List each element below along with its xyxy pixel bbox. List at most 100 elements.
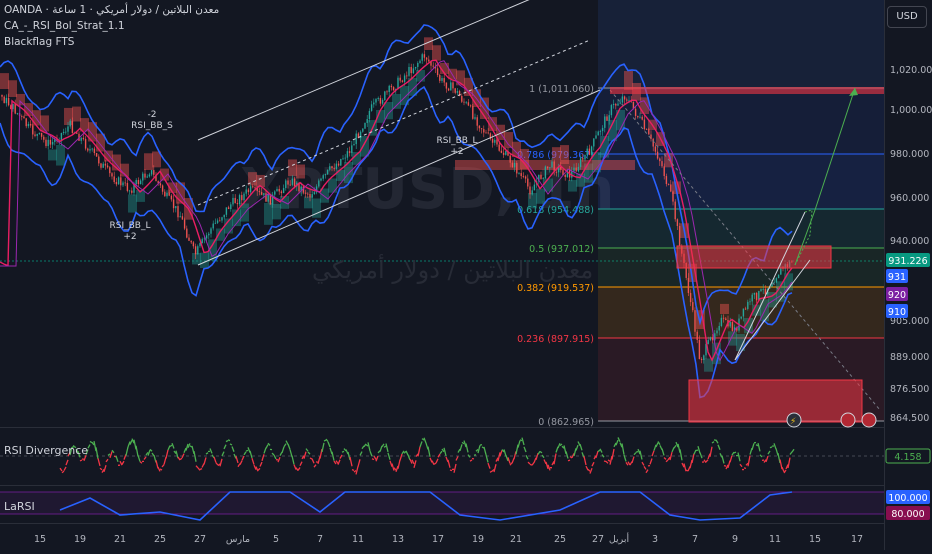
candle-body [756,293,757,300]
candle-body [384,91,385,100]
candle-body [312,194,313,197]
time-axis[interactable]: 1519212527مارس5711131719212527أبريل37911… [34,532,863,545]
candle-body [637,116,638,117]
rsi-segment [440,451,442,454]
candle-body [741,316,742,318]
candle-body [371,104,372,111]
candle-body [593,138,594,146]
candle-body [382,100,383,104]
candle-body [340,159,341,165]
indicator-rsi-bol-strat[interactable]: CA_-_RSI_Bol_Strat_1.1 [4,20,125,32]
resistance-zone[interactable] [677,246,831,268]
chart-svg[interactable]: XPTUSD, 1h معدن البلاتين / دولار أمريكي … [0,0,932,550]
candle-body [648,129,649,134]
rsi-segment [194,451,196,462]
symbol-title[interactable]: OANDA · معدن البلاتين / دولار أمريكي · 1… [4,4,219,16]
rsi-segment [504,449,506,456]
fts-cloud-block [392,94,401,109]
rsi-segment [518,441,520,448]
fts-cloud-block [72,107,81,122]
rsi-divergence-pane[interactable]: 4.158 [0,437,930,474]
price-badge-text: 931.226 [888,256,927,267]
candle-body [373,103,374,105]
rsi-segment [782,467,784,472]
candle-body [318,180,319,186]
rsi-segment [200,469,202,470]
larsi-label[interactable]: LaRSI [4,500,35,513]
rsi-segment [324,440,326,441]
us-flag-event-icon[interactable] [841,413,855,427]
candle-body [501,151,502,153]
rsi-segment [712,442,714,443]
candle-body [598,132,599,136]
candle-body [496,140,497,145]
rsi-segment [432,461,434,465]
candle-body [549,167,550,168]
rsi-segment [664,458,666,460]
indicator-blackflag-fts[interactable]: Blackflag FTS [4,36,74,48]
candle-body [754,293,755,295]
rsi-segment [64,467,66,471]
rsi-segment [470,460,472,461]
candle-body [397,78,398,89]
us-flag-event-icon[interactable] [862,413,876,427]
rsi-segment [80,460,82,461]
top-target-zone[interactable] [610,87,884,94]
chart-canvas[interactable]: XPTUSD, 1h معدن البلاتين / دولار أمريكي … [0,0,932,550]
price-axis[interactable]: 1,020.0001,000.000980.000960.000940.0009… [890,65,932,424]
fts-cloud-block [8,80,17,97]
rsi-divergence-label[interactable]: RSI Divergence [4,444,88,457]
rsi-segment [608,460,610,461]
candle-body [160,183,161,185]
rsi-segment [644,466,646,469]
rsi-segment [136,446,138,456]
candle-body [325,174,326,175]
time-tick-label: مارس [226,534,250,545]
rsi-segment [768,451,770,454]
rsi-segment [524,447,526,452]
candle-body [235,198,236,203]
candle-body [505,151,506,155]
candle-body [521,173,522,176]
larsi-pane[interactable]: 100.00080.000 [0,490,930,520]
candle-body [89,149,90,150]
candle-body [221,217,222,220]
candle-body [763,289,764,290]
candle-body [217,220,218,222]
time-tick-label: 19 [472,534,484,545]
candle-body [353,144,354,145]
candle-body [444,78,445,82]
rsi-segment [108,454,110,455]
fib-zone [598,154,884,209]
rsi-segment [520,440,522,441]
rsi-segment [386,443,388,451]
support-zone[interactable] [689,380,862,422]
rsi-segment [650,459,652,465]
candle-body [349,151,350,153]
fts-cloud-block [432,45,441,60]
candle-body [556,172,557,173]
candle-body [226,207,227,214]
candle-body [265,193,266,201]
candle-body [622,96,623,102]
rsi-segment [756,445,758,446]
fts-cloud-block [192,253,201,264]
rsi-segment [444,448,446,456]
rsi-segment [360,452,362,456]
currency-button[interactable]: USD [887,6,927,28]
candle-body [345,158,346,159]
price-badge-text: 910 [888,307,906,318]
candle-body [109,167,110,173]
rsi-segment [766,456,768,462]
fts-cloud-block [304,197,313,209]
fib-level-label: 0.382 (919.537) [517,283,594,294]
rsi-segment [468,455,470,458]
candle-body [725,318,726,319]
time-tick-label: 7 [317,534,323,545]
time-tick-label: 3 [652,534,658,545]
candle-body [169,193,170,196]
signal-label-line1: RSI_BB_L [437,136,478,146]
rsi-segment [436,459,438,463]
rsi-segment [384,446,386,447]
candle-body [617,104,618,106]
